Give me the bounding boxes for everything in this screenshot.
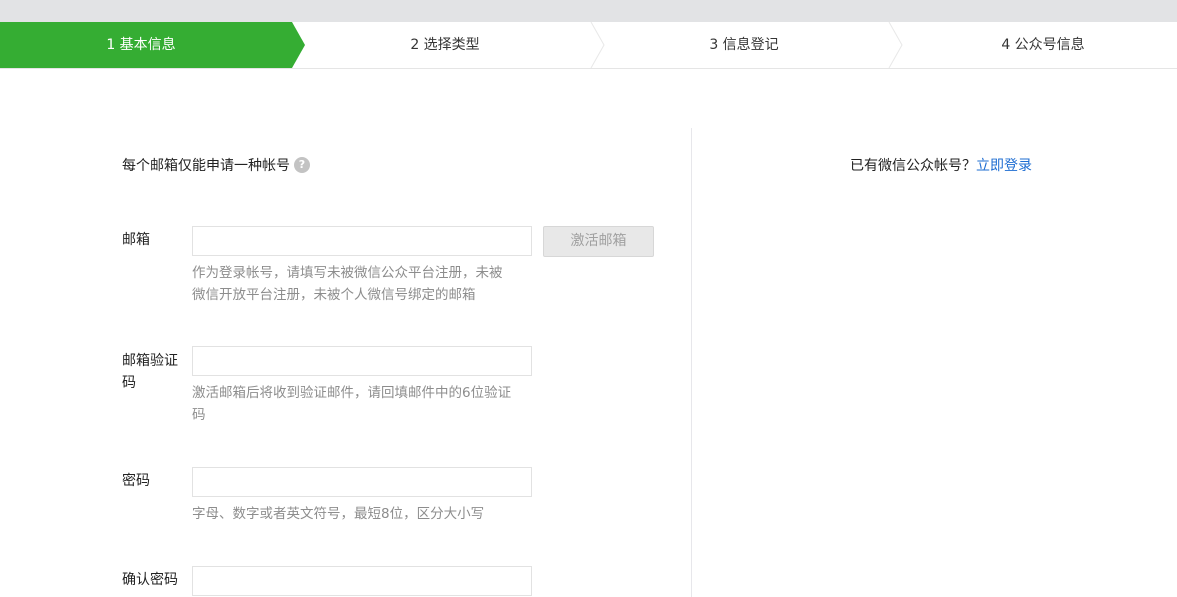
email-label: 邮箱 — [122, 232, 150, 248]
login-hint-text: 已有微信公众帐号？ — [850, 158, 976, 174]
confirm-password-label: 确认密码 — [122, 572, 178, 588]
step-info-registration: 3 信息登记 — [709, 37, 779, 53]
verify-code-input[interactable] — [192, 346, 532, 376]
password-hint: 字母、数字或者英文符号，最短8位，区分大小写 — [192, 506, 485, 522]
question-icon[interactable]: ? — [294, 157, 310, 173]
login-hint: 已有微信公众帐号？立即登录 — [850, 155, 1032, 175]
email-notice: 每个邮箱仅能申请一种帐号 ? — [122, 155, 310, 175]
browser-top-bar — [0, 0, 1177, 22]
login-link[interactable]: 立即登录 — [976, 158, 1032, 174]
email-hint: 作为登录帐号，请填写未被微信公众平台注册，未被微信开放平台注册，未被个人微信号绑… — [192, 265, 503, 303]
column-divider — [691, 128, 692, 597]
step-select-type: 2 选择类型 — [410, 37, 480, 53]
email-notice-text: 每个邮箱仅能申请一种帐号 — [122, 158, 290, 174]
step-progress-bar: 1 基本信息 2 选择类型 3 信息登记 4 公众号信息 — [0, 22, 1177, 69]
password-label: 密码 — [122, 473, 150, 489]
verify-code-label: 邮箱验证码 — [122, 353, 178, 391]
step-basic-info: 1 基本信息 — [106, 37, 176, 53]
email-input[interactable] — [192, 226, 532, 256]
confirm-password-input[interactable] — [192, 566, 532, 596]
verify-code-hint: 激活邮箱后将收到验证邮件，请回填邮件中的6位验证码 — [192, 385, 512, 423]
step-account-info: 4 公众号信息 — [1001, 37, 1085, 53]
password-input[interactable] — [192, 467, 532, 497]
activate-email-button[interactable]: 激活邮箱 — [543, 226, 654, 257]
